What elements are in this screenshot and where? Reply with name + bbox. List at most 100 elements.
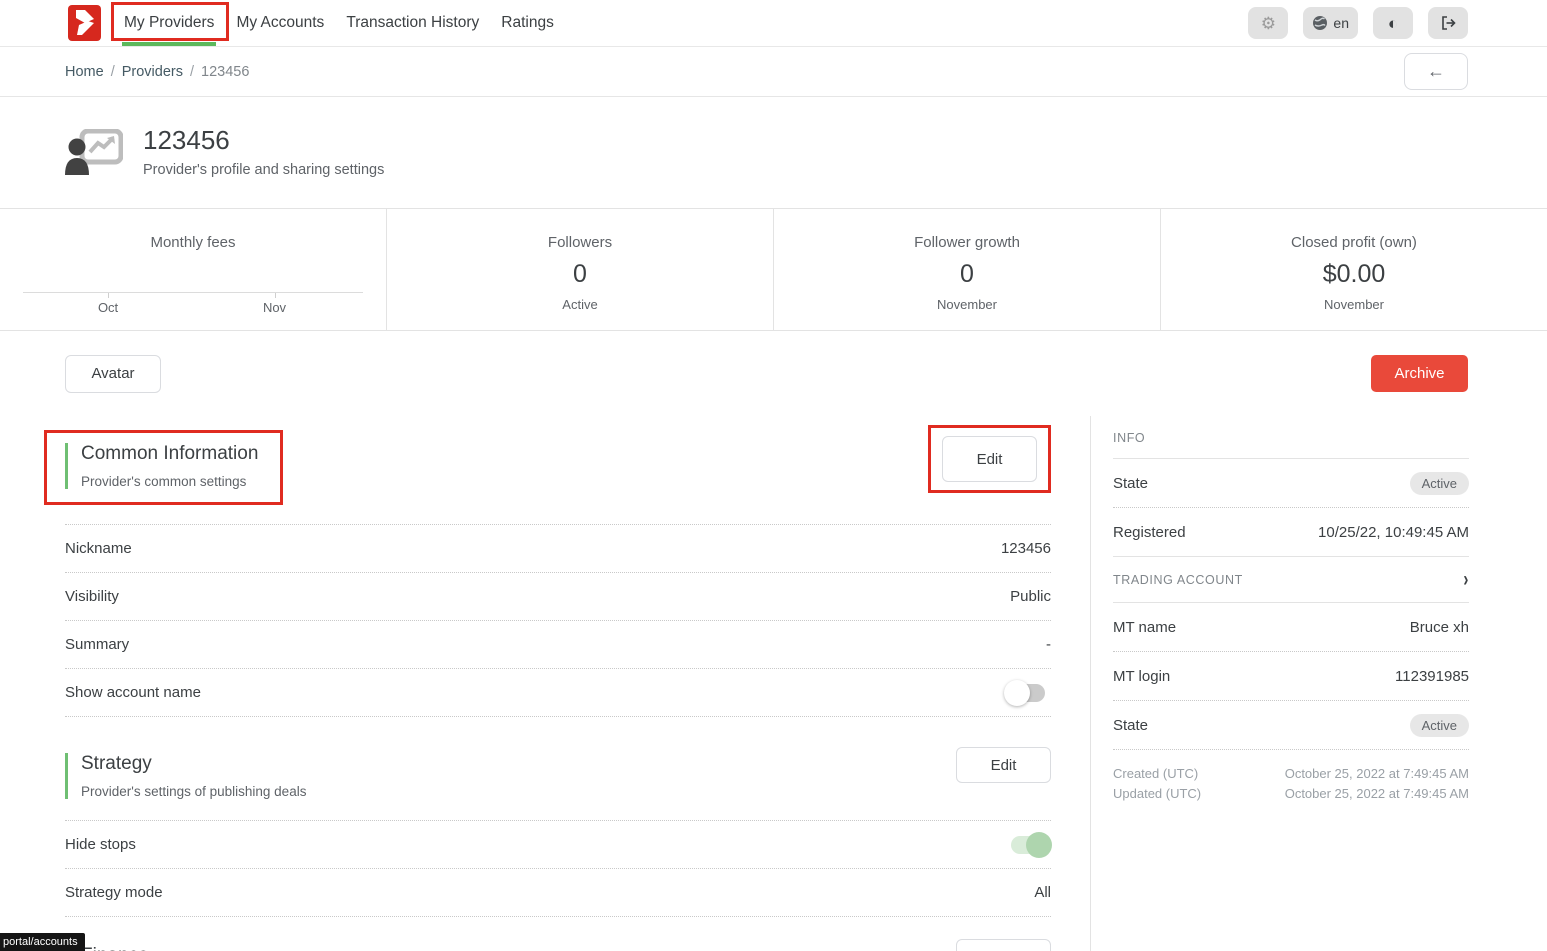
stat-follower-growth: Follower growth 0 November [773,209,1160,330]
field-label: Strategy mode [65,884,163,901]
tab-ratings[interactable]: Ratings [490,0,565,46]
axis-label-oct: Oct [98,300,118,315]
stat-value: $0.00 [1323,260,1386,289]
stat-monthly-fees: Monthly fees Oct Nov [0,209,386,330]
section-strategy: Strategy Provider's settings of publishi… [65,747,1051,799]
settings-button[interactable]: ⚙ [1248,7,1288,39]
row-mt-state: State Active [1113,701,1469,750]
side-label: State [1113,717,1148,734]
contrast-icon: ◐ [1388,15,1398,32]
archive-button[interactable]: Archive [1371,355,1468,392]
meta-value: October 25, 2022 at 7:49:45 AM [1285,764,1469,784]
section-finance: Finance Edit [65,939,1051,951]
stat-caption: November [1324,297,1384,312]
main-sidebar-divider [1090,416,1091,951]
stat-followers: Followers 0 Active [386,209,773,330]
section-title: Finance [81,945,149,951]
section-subtitle: Provider's settings of publishing deals [81,784,306,799]
breadcrumb-separator: / [190,64,194,80]
theme-toggle-button[interactable]: ◐ [1373,7,1413,39]
tab-label: My Providers [124,14,214,32]
provider-avatar-icon [65,129,123,175]
meta-label: Created (UTC) [1113,764,1198,784]
tab-transaction-history[interactable]: Transaction History [335,0,490,46]
created-line: Created (UTC) October 25, 2022 at 7:49:4… [1113,764,1469,784]
gear-icon: ⚙ [1261,15,1276,32]
tab-my-providers[interactable]: My Providers [113,0,225,46]
edit-finance-button[interactable]: Edit [956,939,1051,951]
row-mt-login: MT login 112391985 [1113,652,1469,701]
row-registered: Registered 10/25/22, 10:49:45 AM [1113,508,1469,557]
common-information-rows: Nickname 123456 Visibility Public Summar… [65,524,1051,717]
stat-caption: November [937,297,997,312]
axis-label-nov: Nov [263,300,286,315]
stat-value: 0 [960,260,974,289]
monthly-fees-chart: Oct Nov [23,292,363,314]
row-visibility: Visibility Public [65,573,1051,621]
section-title: Strategy [81,753,306,775]
row-state: State Active [1113,459,1469,508]
globe-icon [1312,15,1328,31]
field-label: Visibility [65,588,119,605]
profile-header: 123456 Provider's profile and sharing se… [0,97,1547,208]
row-show-account-name: Show account name [65,669,1051,717]
page-title: 123456 [143,125,384,156]
breadcrumb-separator: / [111,64,115,80]
row-strategy-mode: Strategy mode All [65,869,1051,917]
actions-row: Avatar Archive [0,331,1547,416]
toggle-knob [1026,832,1052,858]
tab-label: Transaction History [346,14,479,32]
language-button[interactable]: en [1303,7,1358,39]
side-value: Bruce xh [1410,619,1469,636]
tab-my-accounts[interactable]: My Accounts [225,0,335,46]
toggle-knob [1004,680,1030,706]
nav-tabs: My Providers My Accounts Transaction His… [113,0,565,46]
page-body: Common Information Provider's common set… [0,416,1547,951]
edit-strategy-button[interactable]: Edit [956,747,1051,783]
trading-account-header[interactable]: TRADING ACCOUNT › [1113,557,1469,603]
nav-action-buttons: ⚙ en ◐ [1248,7,1468,39]
section-title: Common Information [81,443,258,465]
breadcrumb-providers[interactable]: Providers [122,64,183,80]
breadcrumb-current: 123456 [201,64,249,80]
field-value: Public [1010,588,1051,605]
logout-icon [1440,15,1457,31]
field-label: Show account name [65,684,201,701]
logout-button[interactable] [1428,7,1468,39]
meta-value: October 25, 2022 at 7:49:45 AM [1285,784,1469,804]
strategy-rows: Hide stops Strategy mode All [65,820,1051,917]
show-account-name-toggle[interactable] [1011,684,1045,702]
side-value: 112391985 [1395,668,1469,685]
info-section-title: INFO [1113,416,1469,459]
main-column: Common Information Provider's common set… [65,416,1051,951]
brand-logo-icon[interactable] [68,5,101,41]
tab-label: My Accounts [236,14,324,32]
breadcrumb-row: Home / Providers / 123456 ← [0,47,1547,97]
breadcrumb-home[interactable]: Home [65,64,104,80]
status-badge: Active [1410,472,1469,495]
row-nickname: Nickname 123456 [65,525,1051,573]
timestamps-block: Created (UTC) October 25, 2022 at 7:49:4… [1113,764,1469,804]
language-label: en [1333,15,1349,31]
row-hide-stops: Hide stops [65,821,1051,869]
avatar-button[interactable]: Avatar [65,355,161,393]
stat-title: Monthly fees [150,234,235,251]
status-badge: Active [1410,714,1469,737]
edit-common-button[interactable]: Edit [942,436,1037,482]
stat-closed-profit: Closed profit (own) $0.00 November [1160,209,1547,330]
annotation-box-edit-button: Edit [928,425,1051,493]
field-value: All [1034,884,1051,901]
back-button[interactable]: ← [1404,53,1468,90]
side-value: 10/25/22, 10:49:45 AM [1318,524,1469,541]
annotation-box-common-information: Common Information Provider's common set… [44,430,283,505]
updated-line: Updated (UTC) October 25, 2022 at 7:49:4… [1113,784,1469,804]
stat-title: Followers [548,234,612,251]
side-label: State [1113,475,1148,492]
hide-stops-toggle[interactable] [1011,836,1045,854]
field-value: 123456 [1001,540,1051,557]
profile-title-block: 123456 Provider's profile and sharing se… [143,125,384,178]
stat-title: Closed profit (own) [1291,234,1417,251]
chevron-right-icon[interactable]: › [1463,568,1469,592]
stats-strip: Monthly fees Oct Nov Followers 0 Active … [0,208,1547,331]
back-arrow-icon: ← [1427,61,1445,82]
